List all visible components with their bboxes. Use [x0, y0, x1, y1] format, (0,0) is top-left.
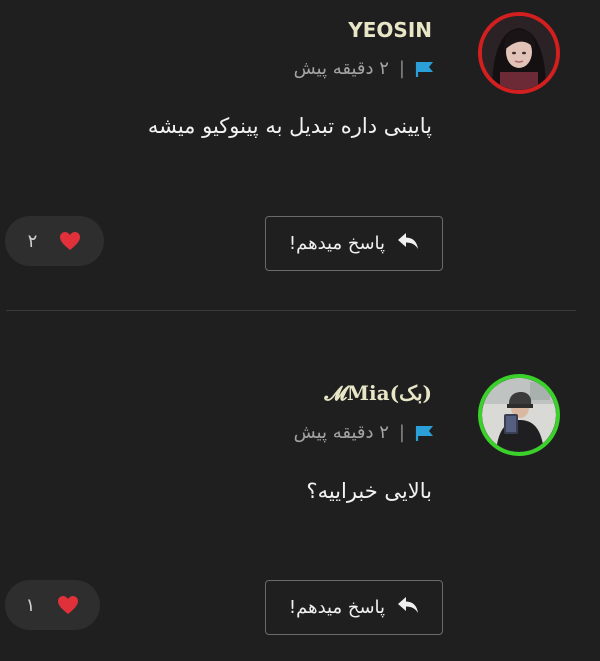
separator: |: [398, 58, 405, 79]
reply-label: پاسخ میدهم!: [288, 233, 386, 254]
like-button[interactable]: ۱: [5, 580, 100, 630]
heart-icon: [59, 231, 81, 251]
reply-button[interactable]: پاسخ میدهم!: [265, 580, 443, 635]
comment-text: پایینی داره تبدیل به پینوکیو میشه: [147, 114, 432, 138]
reply-button[interactable]: پاسخ میدهم!: [265, 216, 443, 271]
reply-arrow-icon: [397, 596, 419, 619]
comment-meta: ۲ دقیقه پیش |: [294, 422, 435, 443]
reply-label: پاسخ میدهم!: [288, 597, 386, 618]
flag-icon[interactable]: [415, 60, 435, 78]
comment-text: بالایی خبراییه؟: [306, 479, 432, 503]
username[interactable]: 𝓜Mia(بک): [325, 381, 433, 405]
flag-icon[interactable]: [415, 424, 435, 442]
heart-icon: [57, 595, 79, 615]
comment-meta: ۲ دقیقه پیش |: [294, 58, 435, 79]
comment-item: 𝓜Mia(بک) ۲ دقیقه پیش | بالایی خبراییه؟ پ…: [0, 311, 600, 661]
username[interactable]: YEOSIN: [348, 18, 432, 42]
like-count: ۱: [25, 594, 36, 616]
separator: |: [398, 422, 405, 443]
comments-panel: YEOSIN ۲ دقیقه پیش | پایینی داره تبدیل ب…: [0, 0, 600, 661]
comment-item: YEOSIN ۲ دقیقه پیش | پایینی داره تبدیل ب…: [0, 0, 600, 310]
reply-arrow-icon: [397, 232, 419, 255]
like-count: ۲: [27, 230, 38, 252]
avatar[interactable]: [478, 12, 560, 94]
like-button[interactable]: ۲: [5, 216, 104, 266]
avatar[interactable]: [478, 374, 560, 456]
timestamp: ۲ دقیقه پیش: [293, 58, 389, 79]
timestamp: ۲ دقیقه پیش: [293, 422, 389, 443]
